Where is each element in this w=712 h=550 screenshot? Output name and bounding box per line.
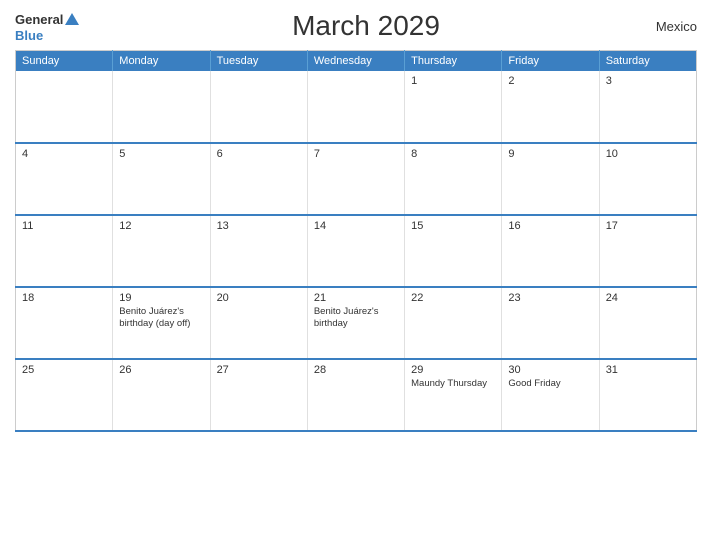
weekday-header-thursday: Thursday (405, 51, 502, 72)
day-number: 27 (217, 364, 301, 376)
calendar-day-cell: 29 Maundy Thursday (405, 359, 502, 431)
calendar-day-cell: 11 (16, 215, 113, 287)
day-number: 26 (119, 364, 203, 376)
calendar-day-cell: 4 (16, 143, 113, 215)
country-label: Mexico (637, 19, 697, 34)
calendar-page: General Blue March 2029 Mexico SundayMon… (0, 0, 712, 550)
day-number: 11 (22, 220, 106, 232)
day-number: 10 (606, 148, 690, 160)
day-number: 17 (606, 220, 690, 232)
day-number: 19 (119, 292, 203, 304)
logo-blue: Blue (15, 29, 43, 42)
day-number: 24 (606, 292, 690, 304)
calendar-day-cell: 23 (502, 287, 599, 359)
calendar-day-cell: 1 (405, 71, 502, 143)
day-number: 6 (217, 148, 301, 160)
calendar-day-cell: 16 (502, 215, 599, 287)
day-number: 15 (411, 220, 495, 232)
calendar-day-cell: 21 Benito Juárez's birthday (307, 287, 404, 359)
calendar-day-cell (16, 71, 113, 143)
calendar-day-cell: 26 (113, 359, 210, 431)
calendar-day-cell (113, 71, 210, 143)
calendar-day-cell: 17 (599, 215, 696, 287)
calendar-day-cell: 5 (113, 143, 210, 215)
calendar-day-cell: 28 (307, 359, 404, 431)
day-number: 28 (314, 364, 398, 376)
day-number: 23 (508, 292, 592, 304)
calendar-day-cell: 12 (113, 215, 210, 287)
calendar-week-row: 18 19 Benito Juárez's birthday (day off) 20… (16, 287, 697, 359)
calendar-day-cell: 22 (405, 287, 502, 359)
weekday-header-friday: Friday (502, 51, 599, 72)
calendar-week-row: 1 2 3 (16, 71, 697, 143)
calendar-day-cell: 14 (307, 215, 404, 287)
calendar-day-cell: 30 Good Friday (502, 359, 599, 431)
day-number: 12 (119, 220, 203, 232)
calendar-day-cell: 15 (405, 215, 502, 287)
calendar-day-cell: 27 (210, 359, 307, 431)
calendar-week-row: 11 12 13 14 15 16 17 (16, 215, 697, 287)
logo-icon (63, 11, 81, 29)
day-event: Benito Juárez's birthday (314, 306, 398, 331)
calendar-day-cell: 6 (210, 143, 307, 215)
day-number: 9 (508, 148, 592, 160)
day-number: 3 (606, 75, 690, 87)
calendar-table: SundayMondayTuesdayWednesdayThursdayFrid… (15, 50, 697, 432)
calendar-day-cell: 25 (16, 359, 113, 431)
day-number: 8 (411, 148, 495, 160)
day-number: 4 (22, 148, 106, 160)
weekday-header-sunday: Sunday (16, 51, 113, 72)
day-number: 22 (411, 292, 495, 304)
weekday-header-wednesday: Wednesday (307, 51, 404, 72)
calendar-day-cell: 2 (502, 71, 599, 143)
calendar-day-cell: 10 (599, 143, 696, 215)
day-number: 1 (411, 75, 495, 87)
weekday-header-tuesday: Tuesday (210, 51, 307, 72)
day-number: 13 (217, 220, 301, 232)
day-number: 5 (119, 148, 203, 160)
page-title: March 2029 (95, 10, 637, 42)
day-number: 14 (314, 220, 398, 232)
day-number: 16 (508, 220, 592, 232)
calendar-day-cell (307, 71, 404, 143)
weekday-header-row: SundayMondayTuesdayWednesdayThursdayFrid… (16, 51, 697, 72)
header: General Blue March 2029 Mexico (15, 10, 697, 42)
day-number: 30 (508, 364, 592, 376)
day-event: Maundy Thursday (411, 378, 495, 390)
day-number: 29 (411, 364, 495, 376)
day-event: Good Friday (508, 378, 592, 390)
calendar-day-cell: 24 (599, 287, 696, 359)
day-event: Benito Juárez's birthday (day off) (119, 306, 203, 331)
calendar-day-cell: 13 (210, 215, 307, 287)
calendar-day-cell: 3 (599, 71, 696, 143)
weekday-header-saturday: Saturday (599, 51, 696, 72)
day-number: 31 (606, 364, 690, 376)
weekday-header-monday: Monday (113, 51, 210, 72)
calendar-week-row: 4 5 6 7 8 9 10 (16, 143, 697, 215)
day-number: 7 (314, 148, 398, 160)
calendar-week-row: 25 26 27 28 29 Maundy Thursday 30 Good Friday 31 (16, 359, 697, 431)
day-number: 25 (22, 364, 106, 376)
calendar-day-cell: 9 (502, 143, 599, 215)
day-number: 21 (314, 292, 398, 304)
calendar-day-cell (210, 71, 307, 143)
calendar-day-cell: 20 (210, 287, 307, 359)
logo-general: General (15, 13, 63, 26)
day-number: 2 (508, 75, 592, 87)
calendar-day-cell: 19 Benito Juárez's birthday (day off) (113, 287, 210, 359)
logo: General Blue (15, 11, 95, 42)
calendar-day-cell: 18 (16, 287, 113, 359)
calendar-day-cell: 7 (307, 143, 404, 215)
day-number: 18 (22, 292, 106, 304)
calendar-day-cell: 8 (405, 143, 502, 215)
day-number: 20 (217, 292, 301, 304)
calendar-day-cell: 31 (599, 359, 696, 431)
